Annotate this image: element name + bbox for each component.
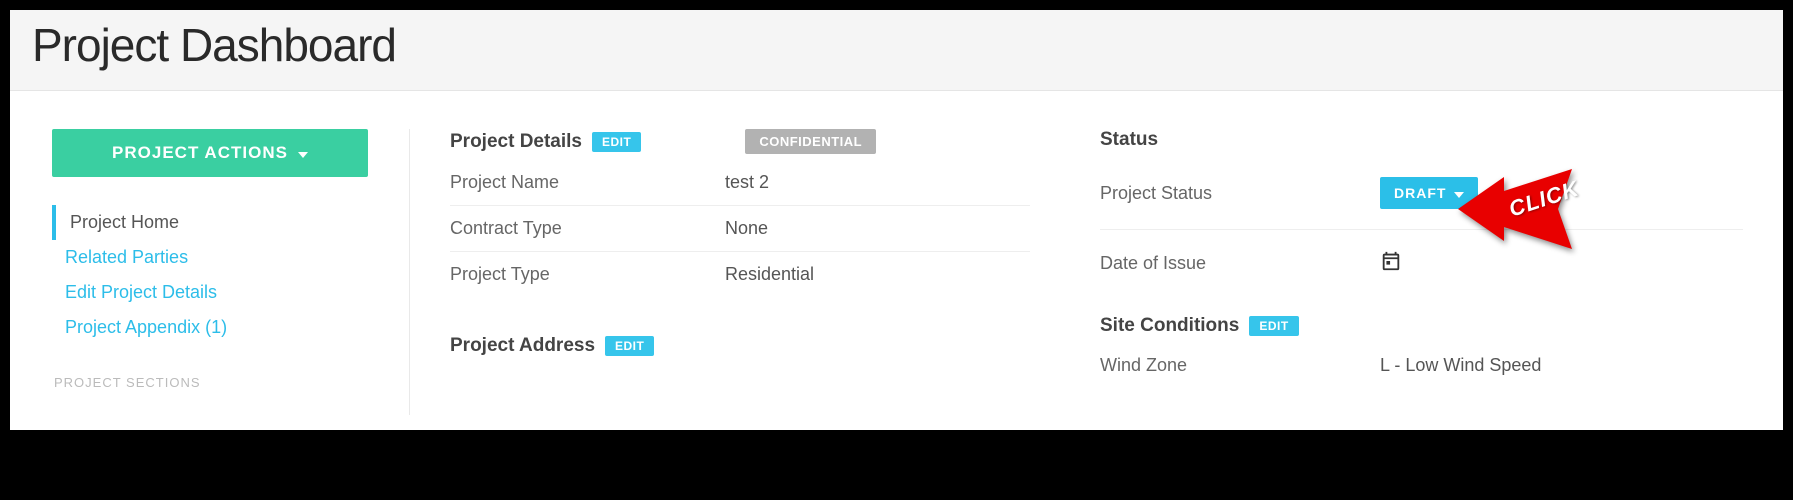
- site-row: Wind Zone L - Low Wind Speed: [1100, 343, 1743, 388]
- sidebar-item-edit-project-details[interactable]: Edit Project Details: [52, 275, 381, 310]
- edit-site-conditions-button[interactable]: EDIT: [1249, 316, 1298, 336]
- project-details-header: Project Details EDIT CONFIDENTIAL: [450, 129, 1030, 154]
- chevron-down-icon: [298, 152, 308, 158]
- details-label: Contract Type: [450, 218, 725, 239]
- sidebar-item-project-home[interactable]: Project Home: [52, 205, 381, 240]
- header: Project Dashboard: [10, 10, 1783, 91]
- site-conditions-header: Site Conditions EDIT: [1100, 315, 1743, 337]
- edit-project-address-button[interactable]: EDIT: [605, 336, 654, 356]
- project-actions-button[interactable]: PROJECT ACTIONS: [52, 129, 368, 177]
- wind-zone-value: L - Low Wind Speed: [1380, 355, 1743, 376]
- edit-project-details-button[interactable]: EDIT: [592, 132, 641, 152]
- draft-status-button[interactable]: DRAFT: [1380, 177, 1478, 209]
- sidebar-item-related-parties[interactable]: Related Parties: [52, 240, 381, 275]
- details-label: Project Name: [450, 172, 725, 193]
- project-status-label: Project Status: [1100, 183, 1380, 204]
- confidential-badge: CONFIDENTIAL: [745, 129, 876, 154]
- sidebar-section-header: PROJECT SECTIONS: [52, 375, 381, 390]
- details-row: Contract Type None: [450, 206, 1030, 252]
- draft-status-label: DRAFT: [1394, 185, 1446, 201]
- project-address-header: Project Address EDIT: [450, 335, 1030, 357]
- details-value: Residential: [725, 264, 1030, 285]
- date-of-issue-label: Date of Issue: [1100, 253, 1380, 274]
- project-details-title: Project Details: [450, 131, 582, 153]
- status-row: Project Status DRAFT: [1100, 157, 1743, 230]
- sidebar: PROJECT ACTIONS Project Home Related Par…: [10, 129, 410, 415]
- main: Project Details EDIT CONFIDENTIAL Projec…: [410, 129, 1783, 415]
- status-header: Status: [1100, 129, 1743, 151]
- wind-zone-label: Wind Zone: [1100, 355, 1380, 376]
- status-row: Date of Issue: [1100, 230, 1743, 297]
- project-actions-label: PROJECT ACTIONS: [112, 143, 288, 163]
- details-value: test 2: [725, 172, 1030, 193]
- status-column: Status Project Status DRAFT Date of Issu…: [1100, 129, 1743, 415]
- calendar-icon[interactable]: [1380, 250, 1402, 277]
- details-label: Project Type: [450, 264, 725, 285]
- details-value: None: [725, 218, 1030, 239]
- status-title: Status: [1100, 129, 1158, 151]
- site-conditions-title: Site Conditions: [1100, 315, 1239, 337]
- project-address-title: Project Address: [450, 335, 595, 357]
- sidebar-nav: Project Home Related Parties Edit Projec…: [52, 205, 381, 345]
- sidebar-item-project-appendix[interactable]: Project Appendix (1): [52, 310, 381, 345]
- chevron-down-icon: [1454, 192, 1464, 198]
- details-row: Project Type Residential: [450, 252, 1030, 297]
- details-column: Project Details EDIT CONFIDENTIAL Projec…: [450, 129, 1030, 415]
- page-title: Project Dashboard: [32, 18, 1761, 72]
- details-row: Project Name test 2: [450, 160, 1030, 206]
